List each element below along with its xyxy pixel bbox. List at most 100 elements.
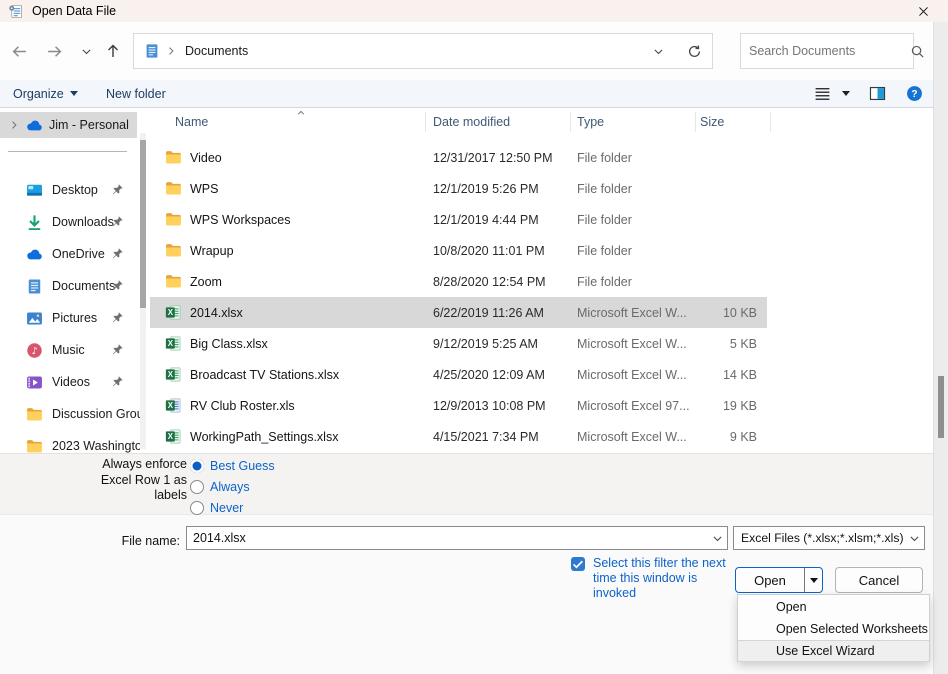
app-icon: [8, 4, 23, 19]
sidebar-item-icon: [26, 342, 43, 359]
file-date-modified: 4/25/2020 12:09 AM: [433, 367, 545, 382]
menu-item[interactable]: Open: [738, 596, 929, 618]
radio-option[interactable]: Best Guess: [190, 455, 275, 476]
file-list-header: Name Date modified Type Size: [150, 108, 790, 136]
sidebar-item-label: Videos: [52, 375, 90, 389]
back-icon[interactable]: [10, 42, 28, 60]
file-rows: Video 12/31/2017 12:50 PM File folder WP…: [150, 142, 767, 452]
open-dropdown-arrow[interactable]: [805, 577, 822, 583]
search-input[interactable]: [749, 44, 910, 58]
file-size: 10 KB: [722, 305, 757, 320]
file-row[interactable]: Broadcast TV Stations.xlsx 4/25/2020 12:…: [150, 359, 767, 390]
cancel-button[interactable]: Cancel: [835, 567, 923, 593]
column-separator[interactable]: [425, 112, 426, 132]
column-header-date[interactable]: Date modified: [433, 115, 510, 129]
file-type: Microsoft Excel 97...: [577, 398, 690, 413]
recent-locations-chevron-icon[interactable]: [77, 42, 95, 60]
filter-dropdown-chevron-icon: [904, 532, 924, 545]
file-row[interactable]: Big Class.xlsx 9/12/2019 5:25 AM Microso…: [150, 328, 767, 359]
open-split-button[interactable]: Open: [735, 567, 823, 593]
column-separator[interactable]: [770, 112, 771, 132]
new-folder-button[interactable]: New folder: [106, 80, 166, 107]
file-row[interactable]: 2014.xlsx 6/22/2019 11:26 AM Microsoft E…: [150, 297, 767, 328]
file-row[interactable]: Wrapup 10/8/2020 11:01 PM File folder: [150, 235, 767, 266]
column-separator[interactable]: [695, 112, 696, 132]
sidebar-divider: [8, 151, 127, 152]
search-icon[interactable]: [910, 44, 925, 59]
option-label-line: Excel Row 1 as: [100, 472, 187, 487]
file-name: Video: [190, 150, 222, 165]
column-separator[interactable]: [570, 112, 571, 132]
column-header-size[interactable]: Size: [700, 115, 724, 129]
menu-item[interactable]: Use Excel Wizard: [738, 640, 929, 662]
checkbox-label-line: time this window is: [593, 571, 698, 586]
file-row[interactable]: WPS Workspaces 12/1/2019 4:44 PM File fo…: [150, 204, 767, 235]
view-mode-caret[interactable]: [842, 80, 850, 107]
sidebar-item[interactable]: 2023 Washingto: [0, 430, 140, 453]
organize-caret-icon: [69, 91, 78, 96]
remember-filter-checkbox-row[interactable]: Select this filter the next time this wi…: [571, 556, 726, 602]
sidebar-item[interactable]: Music: [0, 334, 140, 366]
file-type-icon: [165, 273, 182, 290]
file-type-filter-select[interactable]: Excel Files (*.xlsx;*.xlsm;*.xls): [733, 526, 925, 550]
file-row[interactable]: Video 12/31/2017 12:50 PM File folder: [150, 142, 767, 173]
sidebar-item[interactable]: OneDrive: [0, 238, 140, 270]
checkbox-label-line: Select this filter the next: [593, 556, 726, 570]
sidebar-item-icon: [26, 278, 43, 295]
file-row[interactable]: Zoom 8/28/2020 12:54 PM File folder: [150, 266, 767, 297]
preview-pane-button[interactable]: [869, 80, 886, 107]
file-date-modified: 12/1/2019 4:44 PM: [433, 212, 539, 227]
organize-label: Organize: [13, 86, 64, 101]
sidebar-item-icon: [26, 182, 43, 199]
sidebar-scrollbar-thumb[interactable]: [140, 140, 146, 308]
menu-item[interactable]: Open Selected Worksheets: [738, 618, 929, 640]
sidebar-item[interactable]: Pictures: [0, 302, 140, 334]
sidebar-item[interactable]: Desktop: [0, 174, 140, 206]
address-dropdown-chevron-icon[interactable]: [652, 45, 665, 58]
file-type: Microsoft Excel W...: [577, 429, 687, 444]
file-name: 2014.xlsx: [190, 305, 243, 320]
view-mode-button[interactable]: [814, 80, 831, 107]
window-scrollbar-track[interactable]: [933, 22, 948, 674]
column-header-type[interactable]: Type: [577, 115, 604, 129]
sidebar-items: Desktop Downloads OneDrive Documents Pic…: [0, 174, 140, 453]
file-name-dropdown-chevron-icon[interactable]: [707, 532, 727, 545]
refresh-icon[interactable]: [687, 44, 702, 59]
file-row[interactable]: RV Club Roster.xls 12/9/2013 10:08 PM Mi…: [150, 390, 767, 421]
breadcrumb[interactable]: Documents: [185, 44, 248, 58]
radio-option[interactable]: Never: [190, 497, 275, 518]
file-type: File folder: [577, 212, 632, 227]
file-row[interactable]: WPS 12/1/2019 5:26 PM File folder: [150, 173, 767, 204]
help-button[interactable]: [906, 80, 923, 107]
expand-chevron-icon: [8, 119, 20, 131]
sidebar-item[interactable]: Downloads: [0, 206, 140, 238]
file-type-icon: [165, 366, 182, 383]
sidebar-root-label: Jim - Personal: [49, 118, 129, 132]
file-type-icon: [165, 304, 182, 321]
up-icon[interactable]: [104, 42, 122, 60]
sidebar-item-onedrive-root[interactable]: Jim - Personal: [0, 112, 137, 138]
sidebar-item[interactable]: Discussion Grou: [0, 398, 140, 430]
search-box: [740, 33, 914, 69]
address-bar[interactable]: Documents: [133, 33, 713, 69]
file-row[interactable]: WorkingPath_Settings.xlsx 4/15/2021 7:34…: [150, 421, 767, 452]
pin-icon: [111, 279, 124, 292]
radio-option[interactable]: Always: [190, 476, 275, 497]
sidebar-item-label: Downloads: [52, 215, 114, 229]
forward-icon[interactable]: [45, 42, 63, 60]
view-caret-icon: [842, 91, 850, 96]
window-scrollbar-thumb[interactable]: [938, 376, 944, 438]
close-icon[interactable]: [914, 3, 932, 19]
sidebar-item[interactable]: Documents: [0, 270, 140, 302]
file-type: File folder: [577, 181, 632, 196]
sidebar-item-icon: [26, 310, 43, 327]
file-name-input[interactable]: [187, 531, 707, 545]
organize-button[interactable]: Organize: [13, 80, 78, 107]
command-toolbar: Organize New folder: [0, 80, 933, 108]
file-type-icon: [165, 242, 182, 259]
sidebar-item[interactable]: Videos: [0, 366, 140, 398]
breadcrumb-chevron-icon[interactable]: [165, 45, 177, 57]
column-header-name[interactable]: Name: [175, 115, 208, 129]
row1-labels-radio-group: Best Guess Always Never: [190, 455, 275, 518]
file-date-modified: 12/1/2019 5:26 PM: [433, 181, 539, 196]
